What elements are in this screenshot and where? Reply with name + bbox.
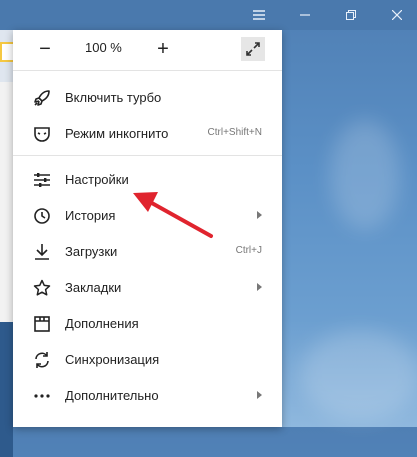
- minimize-button[interactable]: [282, 0, 328, 30]
- menu-item-incognito[interactable]: Режим инкогнито Ctrl+Shift+N: [13, 116, 282, 152]
- restore-icon: [346, 10, 356, 20]
- browser-content-edge: [0, 30, 13, 457]
- browser-title-bar: [0, 0, 417, 30]
- menu-item-label: Дополнительно: [65, 388, 159, 403]
- rocket-icon: [33, 89, 51, 107]
- background-cloud: [300, 330, 417, 420]
- chevron-right-icon: [257, 283, 262, 291]
- hamburger-menu-icon: [253, 10, 265, 20]
- menu-item-label: Закладки: [65, 280, 122, 295]
- menu-item-label: Настройки: [65, 172, 129, 187]
- page-content-edge: [0, 82, 13, 322]
- browser-menu-button[interactable]: [236, 0, 282, 30]
- incognito-mask-icon: [33, 125, 51, 143]
- chevron-right-icon: [257, 211, 262, 219]
- browser-main-menu: − 100 % + Включить турбо Режим инкогнито…: [13, 30, 282, 427]
- fullscreen-icon: [246, 42, 260, 56]
- zoom-in-button[interactable]: +: [153, 38, 173, 60]
- menu-item-addons[interactable]: Дополнения: [13, 306, 282, 342]
- menu-item-shortcut: Ctrl+Shift+N: [207, 127, 262, 138]
- minimize-icon: [300, 14, 310, 16]
- restore-button[interactable]: [328, 0, 374, 30]
- more-dots-icon: [33, 387, 51, 405]
- menu-item-settings[interactable]: Настройки: [13, 162, 282, 198]
- menu-divider: [13, 155, 282, 156]
- background-cloud: [330, 120, 400, 230]
- fullscreen-button[interactable]: [241, 37, 265, 61]
- sync-icon: [33, 351, 51, 369]
- menu-item-bookmarks[interactable]: Закладки: [13, 270, 282, 306]
- settings-sliders-icon: [33, 171, 51, 189]
- menu-item-label: Синхронизация: [65, 352, 160, 367]
- clock-icon: [33, 207, 51, 225]
- star-icon: [33, 279, 51, 297]
- address-bar-edge[interactable]: [0, 42, 13, 62]
- close-icon: [392, 10, 402, 20]
- menu-item-label: Режим инкогнито: [65, 126, 169, 141]
- menu-item-shortcut: Ctrl+J: [235, 245, 262, 256]
- close-window-button[interactable]: [374, 0, 417, 30]
- menu-item-label: История: [65, 208, 116, 223]
- menu-item-label: Дополнения: [65, 316, 139, 331]
- zoom-level: 100 %: [85, 40, 122, 55]
- menu-item-downloads[interactable]: Загрузки Ctrl+J: [13, 234, 282, 270]
- menu-item-label: Загрузки: [65, 244, 118, 259]
- download-icon: [33, 243, 51, 261]
- menu-item-label: Включить турбо: [65, 90, 162, 105]
- addons-icon: [33, 315, 51, 333]
- menu-divider: [13, 70, 282, 71]
- zoom-controls: − 100 % +: [13, 30, 282, 70]
- page-footer-edge: [0, 322, 13, 457]
- menu-item-turbo[interactable]: Включить турбо: [13, 80, 282, 116]
- chevron-right-icon: [257, 391, 262, 399]
- menu-item-more[interactable]: Дополнительно: [13, 378, 282, 414]
- menu-item-sync[interactable]: Синхронизация: [13, 342, 282, 378]
- menu-item-history[interactable]: История: [13, 198, 282, 234]
- zoom-out-button[interactable]: −: [35, 38, 55, 60]
